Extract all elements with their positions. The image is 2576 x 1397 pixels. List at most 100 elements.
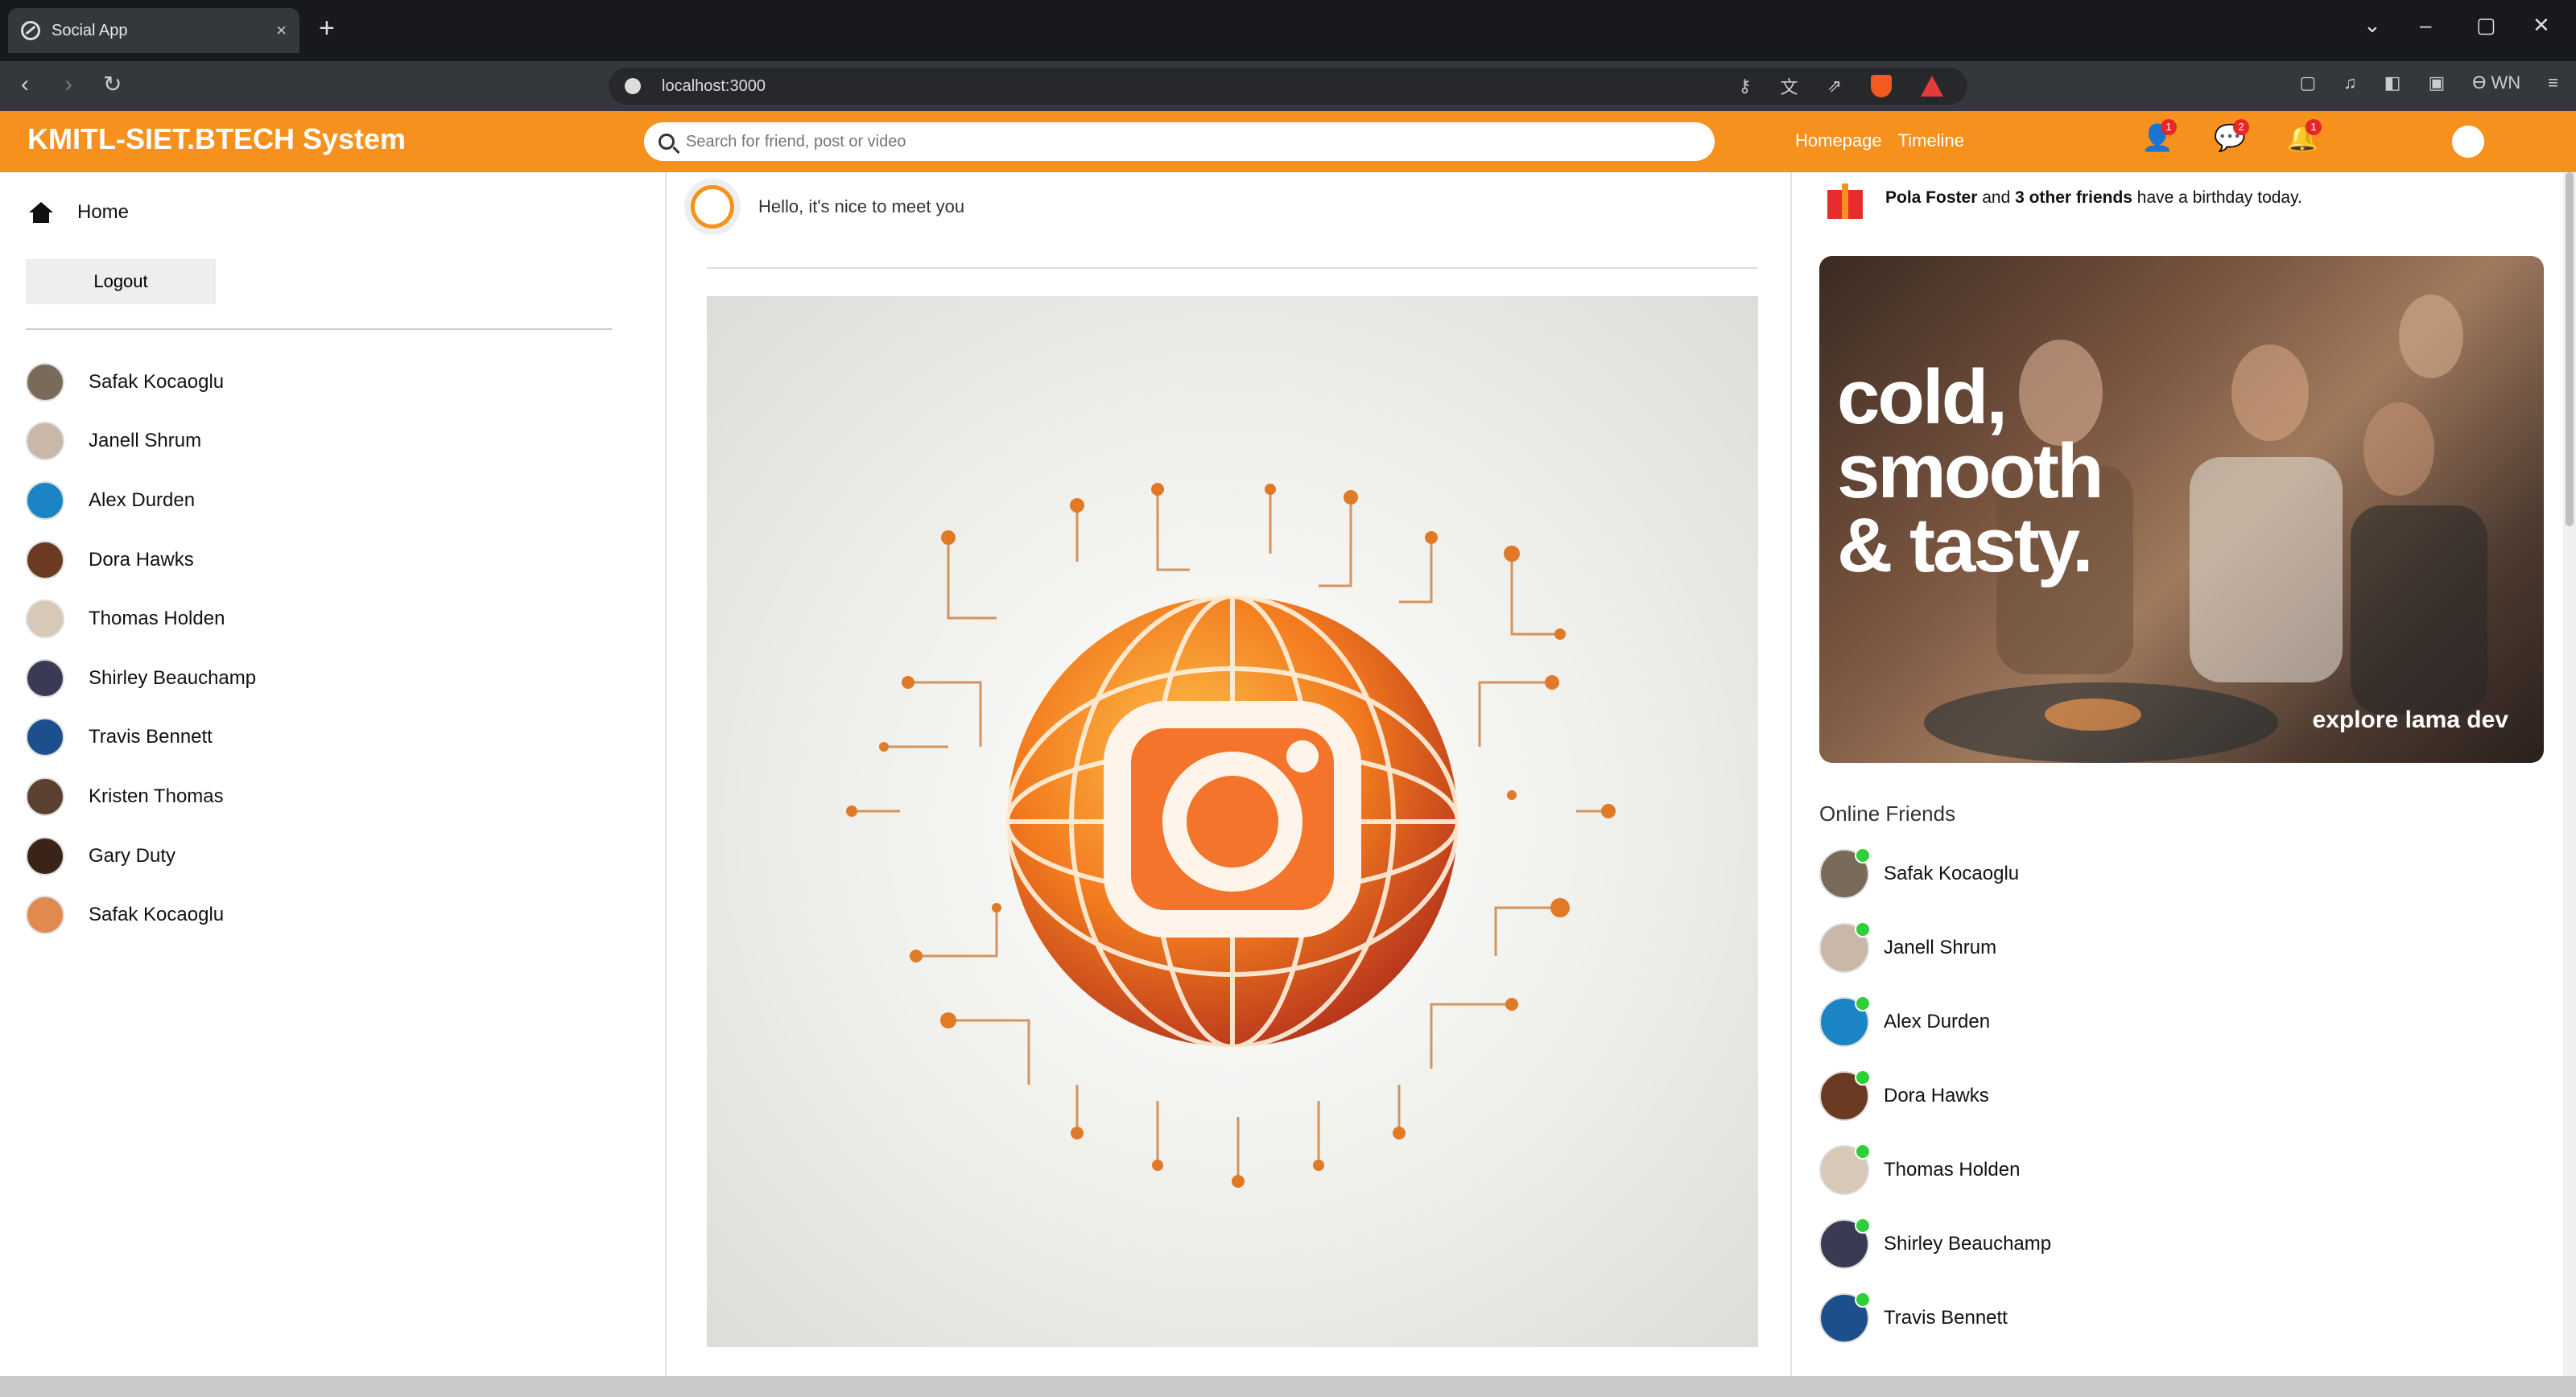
- search-input[interactable]: [686, 132, 1652, 151]
- tab-title: Social App: [52, 21, 128, 39]
- ad-headline: cold, smooth & tasty.: [1837, 359, 2104, 584]
- avatar: [1819, 1144, 1871, 1195]
- friend-name: Dora Hawks: [89, 548, 194, 571]
- browser-tab[interactable]: Social App ×: [8, 8, 299, 53]
- key-icon[interactable]: ⚷: [1738, 76, 1751, 97]
- online-friend-item[interactable]: Dora Hawks: [1819, 1059, 2051, 1133]
- avatar: [1819, 847, 1871, 899]
- tab-close-icon[interactable]: ×: [276, 20, 287, 41]
- friend-name: Janell Shrum: [89, 430, 202, 452]
- address-bar[interactable]: localhost:3000 ⚷ 文 ⇗: [609, 68, 1967, 105]
- online-friend-item[interactable]: Janell Shrum: [1819, 911, 2051, 985]
- minimize-button[interactable]: –: [2420, 13, 2431, 38]
- browser-extensions: ▢ ♫ ◧ ▣ ϴ WN ≡: [2299, 72, 2558, 93]
- avatar: [1819, 1069, 1871, 1121]
- birthday-and: and: [1977, 188, 2016, 207]
- profile-avatar[interactable]: [2447, 121, 2489, 163]
- friend-name: Travis Bennett: [1884, 1307, 2008, 1329]
- notifications-icon[interactable]: 🔔 1: [2286, 119, 2322, 155]
- ad-footer[interactable]: explore lama dev: [2313, 707, 2508, 734]
- new-tab-button[interactable]: +: [319, 14, 335, 42]
- avatar: [26, 422, 64, 461]
- app-logo[interactable]: KMITL-SIET.BTECH System: [27, 122, 406, 156]
- online-status-dot: [1855, 995, 1871, 1012]
- friend-item[interactable]: Shirley Beauchamp: [26, 649, 256, 708]
- birthday-others: 3 other friends: [2015, 188, 2132, 207]
- friend-name: Janell Shrum: [1884, 937, 1997, 958]
- horizontal-scrollbar[interactable]: [0, 1376, 2576, 1397]
- tab-search-icon[interactable]: ⌄: [2363, 13, 2381, 38]
- reload-icon[interactable]: ↻: [103, 71, 122, 97]
- person-icon[interactable]: 👤 1: [2141, 119, 2177, 155]
- avatar: [691, 185, 734, 229]
- share-icon[interactable]: ⇗: [1827, 76, 1842, 97]
- search-bar[interactable]: [644, 122, 1715, 161]
- avatar: [1819, 1218, 1871, 1269]
- forward-icon[interactable]: ›: [64, 71, 72, 98]
- search-icon: [658, 134, 675, 150]
- wallet-icon[interactable]: ▣: [2428, 72, 2445, 93]
- friend-name: Thomas Holden: [89, 608, 225, 630]
- media-icon[interactable]: ♫: [2343, 72, 2357, 93]
- friend-item[interactable]: Gary Duty: [26, 826, 256, 886]
- close-window-button[interactable]: ✕: [2533, 13, 2550, 38]
- online-friends-list: Safak Kocaoglu Janell Shrum Alex Durden …: [1819, 837, 2051, 1355]
- friend-item[interactable]: Travis Bennett: [26, 708, 256, 768]
- friend-name: Safak Kocaoglu: [1884, 863, 2020, 884]
- friend-item[interactable]: Kristen Thomas: [26, 767, 256, 826]
- message-badge: 2: [2233, 119, 2249, 135]
- friend-item[interactable]: Dora Hawks: [26, 530, 256, 590]
- avatar: [26, 480, 64, 520]
- online-status-dot: [1855, 1069, 1871, 1086]
- friend-request-badge: 1: [2161, 119, 2177, 135]
- brave-rewards-icon[interactable]: [1921, 76, 1943, 97]
- friend-list: Safak Kocaoglu Janell Shrum Alex Durden …: [26, 352, 256, 945]
- avatar: [1819, 1292, 1871, 1343]
- home-icon: [29, 202, 53, 223]
- friend-name: Safak Kocaoglu: [89, 370, 225, 393]
- post-composer[interactable]: Hello, it's nice to meet you: [691, 185, 964, 229]
- online-friend-item[interactable]: Safak Kocaoglu: [1819, 837, 2051, 911]
- online-friend-item[interactable]: Thomas Holden: [1819, 1133, 2051, 1207]
- sidebar-item-label: Home: [77, 201, 130, 223]
- ad-headline-line: smooth: [1837, 428, 2104, 514]
- homepage-link[interactable]: Homepage: [1795, 130, 1882, 151]
- timeline-link[interactable]: Timeline: [1898, 130, 1964, 151]
- maximize-button[interactable]: ▢: [2476, 13, 2496, 38]
- translate-icon[interactable]: 文: [1781, 73, 1798, 99]
- friend-item[interactable]: Alex Durden: [26, 471, 256, 530]
- online-friend-item[interactable]: Travis Bennett: [1819, 1281, 2051, 1355]
- brave-shield-icon[interactable]: [1871, 75, 1892, 97]
- vertical-scrollbar[interactable]: [2563, 172, 2576, 1376]
- friend-item[interactable]: Janell Shrum: [26, 412, 256, 472]
- extensions-icon[interactable]: ▢: [2299, 72, 2316, 93]
- friend-item[interactable]: Safak Kocaoglu: [26, 885, 256, 945]
- chat-icon[interactable]: 💬 2: [2214, 119, 2249, 155]
- friend-item[interactable]: Safak Kocaoglu: [26, 352, 256, 412]
- post-image: [707, 296, 1758, 1347]
- logout-button[interactable]: Logout: [26, 259, 216, 304]
- online-friend-item[interactable]: Shirley Beauchamp: [1819, 1207, 2051, 1281]
- right-sidebar: Pola Foster and 3 other friends have a b…: [1803, 172, 2576, 1379]
- friend-item[interactable]: Thomas Holden: [26, 589, 256, 649]
- online-status-dot: [1855, 1292, 1871, 1308]
- avatar: [26, 896, 64, 935]
- gift-icon: [1824, 177, 1866, 219]
- left-sidebar: Home Logout Safak Kocaoglu Janell Shrum …: [0, 172, 644, 1379]
- friend-name: Alex Durden: [89, 488, 196, 511]
- site-info-icon[interactable]: [625, 78, 641, 94]
- browser-menu-icon[interactable]: ≡: [2548, 72, 2558, 93]
- scrollbar-thumb[interactable]: [2566, 172, 2574, 526]
- vpn-badge[interactable]: ϴ WN: [2472, 72, 2520, 93]
- online-friend-item[interactable]: Alex Durden: [1819, 985, 2051, 1059]
- back-icon[interactable]: ‹: [21, 71, 29, 98]
- birthday-notice: Pola Foster and 3 other friends have a b…: [1824, 177, 2302, 219]
- sidebar-toggle-icon[interactable]: ◧: [2384, 72, 2401, 93]
- sidebar-item-home[interactable]: Home: [29, 201, 129, 224]
- online-status-dot: [1855, 1218, 1871, 1234]
- birthday-name: Pola Foster: [1885, 188, 1978, 207]
- online-status-dot: [1855, 847, 1871, 863]
- friend-name: Alex Durden: [1884, 1011, 1991, 1032]
- online-friends-title: Online Friends: [1819, 802, 1956, 826]
- ad-banner[interactable]: cold, smooth & tasty. explore lama dev: [1819, 256, 2544, 763]
